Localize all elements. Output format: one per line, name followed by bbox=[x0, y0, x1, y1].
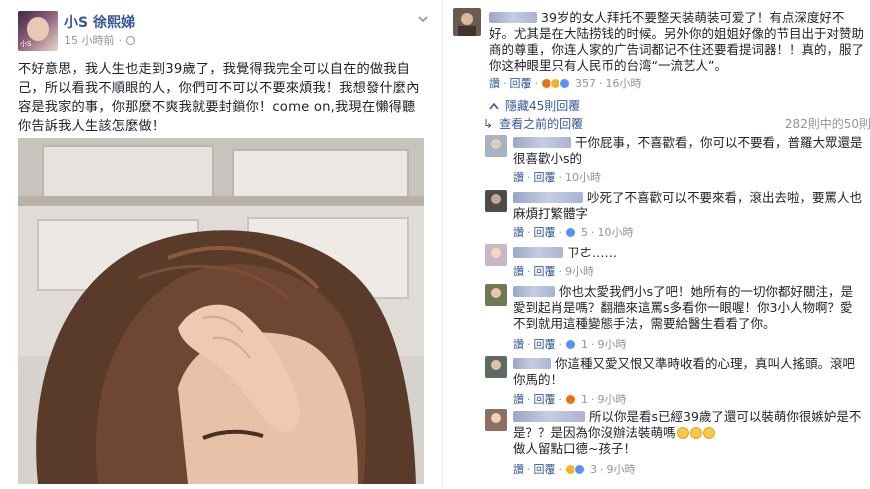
reply-pager: 282則中的50則 bbox=[784, 117, 870, 131]
reply-link[interactable]: 回覆 bbox=[534, 461, 556, 477]
blurred-name[interactable] bbox=[513, 411, 585, 422]
selfie-image bbox=[18, 138, 424, 484]
like-reaction-icon bbox=[565, 338, 576, 350]
blurred-name[interactable] bbox=[513, 192, 583, 203]
post-text: 不好意思，我人生也走到39歲了，我覺得我完全可以自在的做我自己，所以看我不順眼的… bbox=[18, 62, 420, 134]
like-link[interactable]: 讚 bbox=[513, 224, 524, 240]
like-reaction-icon bbox=[559, 77, 570, 89]
reply-actions: 讚 · 回覆 · 9小時 bbox=[513, 263, 594, 279]
avatar-label: 小S bbox=[20, 40, 32, 48]
reply-link[interactable]: 回覆 bbox=[534, 169, 556, 185]
reaction-count: 1 bbox=[581, 337, 588, 351]
blurred-name[interactable] bbox=[513, 247, 563, 258]
reply-arrow-icon: ↳ bbox=[483, 117, 494, 131]
reply-avatar[interactable] bbox=[485, 244, 507, 266]
reply-actions: 讚 · 回覆 · 10小時 bbox=[513, 169, 601, 185]
blurred-name[interactable] bbox=[513, 286, 555, 297]
reaction-count: 3 bbox=[590, 462, 597, 476]
blurred-name[interactable] bbox=[513, 137, 571, 148]
reply-avatar[interactable] bbox=[485, 284, 507, 306]
reply-actions: 讚 · 回覆 · 5 · 10小時 bbox=[513, 224, 634, 240]
reply-link[interactable]: 回覆 bbox=[534, 263, 556, 279]
reply-link[interactable]: 回覆 bbox=[534, 224, 556, 240]
like-link[interactable]: 讚 bbox=[513, 169, 524, 185]
reply-avatar[interactable] bbox=[485, 356, 507, 378]
reaction-count: 5 bbox=[581, 225, 588, 239]
laughing-emoji-icon bbox=[676, 427, 689, 439]
reply-actions: 讚 · 回覆 · 1 · 9小時 bbox=[513, 336, 627, 352]
reply-link[interactable]: 回覆 bbox=[510, 75, 532, 91]
reaction-count: 1 bbox=[581, 392, 588, 406]
comment-actions: 讚 · 回覆 · 357 · 16小時 bbox=[489, 75, 642, 91]
reply-text: 吵死了不喜歡可以不要來看，滾出去啦，要罵人也麻煩打繁體字 bbox=[513, 190, 863, 221]
comment-time[interactable]: 16小時 bbox=[606, 75, 642, 91]
reply-link[interactable]: 回覆 bbox=[534, 391, 556, 407]
hidden-replies-link[interactable]: 隱藏45則回覆 bbox=[489, 97, 580, 114]
reply-avatar[interactable] bbox=[485, 409, 507, 431]
like-reaction-icon bbox=[565, 226, 576, 238]
reply-time[interactable]: 9小時 bbox=[607, 461, 636, 477]
like-link[interactable]: 讚 bbox=[513, 263, 524, 279]
commenter-avatar[interactable] bbox=[453, 8, 481, 36]
angry-reaction-icon bbox=[565, 393, 576, 405]
reaction-icons[interactable] bbox=[541, 77, 570, 89]
reply-time[interactable]: 9小時 bbox=[598, 391, 627, 407]
reply-time[interactable]: 9小時 bbox=[598, 336, 627, 352]
reply-text: 你也太愛我們小s了吧！她所有的一切你都好關注，是愛到起肖是嗎？翻牆來這罵s多看你… bbox=[513, 284, 854, 331]
chevron-down-icon[interactable] bbox=[418, 14, 428, 24]
chevron-up-icon bbox=[489, 102, 499, 109]
author-avatar[interactable]: 小S bbox=[18, 11, 58, 51]
reply-avatar[interactable] bbox=[485, 190, 507, 212]
reply-actions: 讚 · 回覆 · 1 · 9小時 bbox=[513, 391, 627, 407]
laughing-emoji-icon bbox=[702, 427, 715, 439]
reply-text: ㄗㄜ…… bbox=[513, 245, 863, 261]
reply-avatar[interactable] bbox=[485, 135, 507, 157]
reaction-icons[interactable] bbox=[565, 226, 576, 238]
previous-replies-row: ↳ 查看之前的回覆 282則中的50則 bbox=[483, 115, 870, 132]
reply-actions: 讚 · 回覆 · 3 · 9小時 bbox=[513, 461, 636, 477]
reaction-count: 357 bbox=[575, 76, 596, 90]
reply-link[interactable]: 回覆 bbox=[534, 336, 556, 352]
like-reaction-icon bbox=[574, 463, 585, 475]
reaction-icons[interactable] bbox=[565, 393, 576, 405]
previous-replies-link[interactable]: ↳ 查看之前的回覆 bbox=[483, 115, 583, 132]
post-time[interactable]: 15 小時前 bbox=[64, 32, 115, 48]
post-meta: 15 小時前 · bbox=[64, 32, 135, 48]
post-card: 小S 小S 徐熙娣 15 小時前 · 不好意思，我人生也走到39歲了，我覺得我完… bbox=[0, 0, 436, 489]
globe-icon bbox=[126, 35, 135, 45]
reply-time[interactable]: 10小時 bbox=[598, 224, 634, 240]
comments-panel: 39岁的女人拜托不要整天装萌装可爱了！有点深度好不好。尤其是在大陆捞钱的时候。另… bbox=[442, 0, 870, 489]
blurred-name[interactable] bbox=[513, 358, 551, 369]
laughing-emoji-icon bbox=[689, 427, 702, 439]
blurred-name[interactable] bbox=[489, 12, 537, 23]
like-link[interactable]: 讚 bbox=[513, 391, 524, 407]
like-link[interactable]: 讚 bbox=[513, 336, 524, 352]
reply-text: 你這種又愛又恨又準時收看的心理，真叫人搖頭。滾吧你馬的！ bbox=[513, 356, 856, 387]
reply-time[interactable]: 9小時 bbox=[565, 263, 594, 279]
post-photo[interactable] bbox=[18, 138, 424, 484]
reply-time[interactable]: 10小時 bbox=[565, 169, 601, 185]
reaction-icons[interactable] bbox=[565, 463, 585, 475]
reaction-icons[interactable] bbox=[565, 338, 576, 350]
reply-text: 干你屁事，不喜歡看，你可以不要看，普羅大眾還是很喜歡小s的 bbox=[513, 135, 863, 166]
like-link[interactable]: 讚 bbox=[489, 75, 500, 91]
like-link[interactable]: 讚 bbox=[513, 461, 524, 477]
post-author[interactable]: 小S 徐熙娣 bbox=[64, 12, 135, 32]
comment-text: 39岁的女人拜托不要整天装萌装可爱了！有点深度好不好。尤其是在大陆捞钱的时候。另… bbox=[489, 10, 865, 73]
reply-text: 所以你是看s已經39歲了還可以裝萌你很嫉妒是不是？？是因為你沒辦法裝萌嗎 做人留… bbox=[513, 409, 862, 456]
